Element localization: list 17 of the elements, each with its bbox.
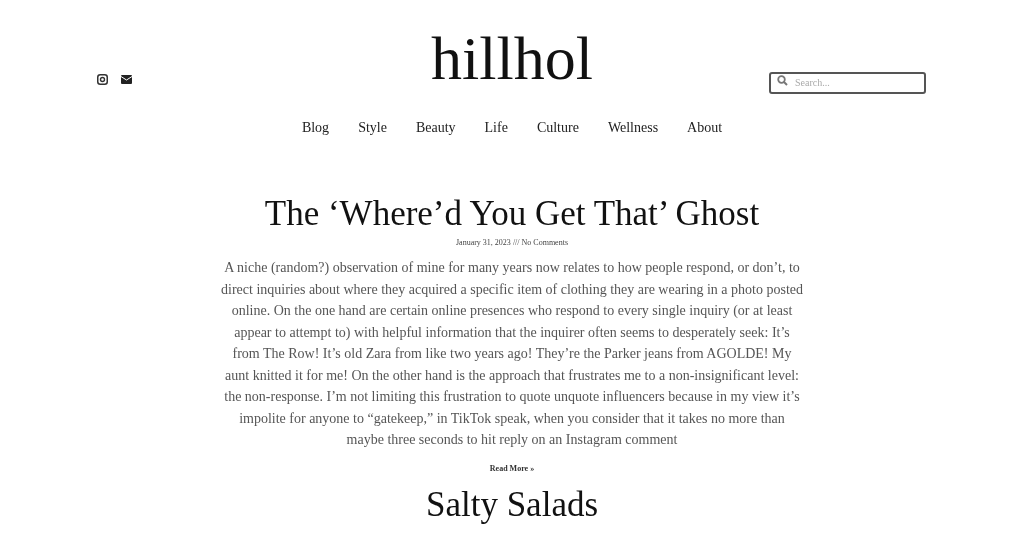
nav-link[interactable]: Style [358, 117, 387, 138]
envelope-icon[interactable] [121, 75, 132, 84]
post-meta: January 31, 2023 /// No Comments [456, 237, 568, 249]
post-title[interactable]: The ‘Where’d You Get That’ Ghost [264, 194, 760, 234]
post-excerpt: A niche (random?) observation of mine for many years now relates to how people respond, or don’t, to direct inquiries about where they acquired a specific item of clothing they are wearing in a photo posted online. On the one hand are certain online presences who respond to every single inquiry (or at least appear to attempt to) with helpful information that the inquirer often seems to desperately seek: It’s from The Row! It’s old Zara from like two years ago! They’re the Parker jeans from AGOLDE! My aunt knitted it for me! On the other hand is the approach that frustrates me to a non-insignificant level: the non-response. I’m not limiting this frustration to quote unquote influencers because in my view it’s impolite for anyone to “gatekeep,” in TikTok speak, when you consider that it takes no more than maybe three seconds to hit reply on an Instagram comment [220, 259, 804, 449]
site-logo[interactable]: hillhol [431, 24, 593, 92]
nav-link[interactable]: Blog [301, 117, 330, 138]
nav-link[interactable]: Wellness [607, 117, 659, 138]
nav-link[interactable]: About [687, 117, 723, 138]
nav-link[interactable]: Life [484, 117, 508, 138]
search-icon [777, 74, 788, 86]
read-more-link[interactable]: Read More » [489, 462, 535, 475]
post-title[interactable]: Salty Salads [425, 484, 599, 525]
search-field[interactable]: Search... [769, 71, 926, 94]
nav-link[interactable]: Culture [536, 117, 579, 138]
nav-link[interactable]: Beauty [415, 117, 456, 138]
instagram-icon[interactable] [97, 74, 108, 85]
